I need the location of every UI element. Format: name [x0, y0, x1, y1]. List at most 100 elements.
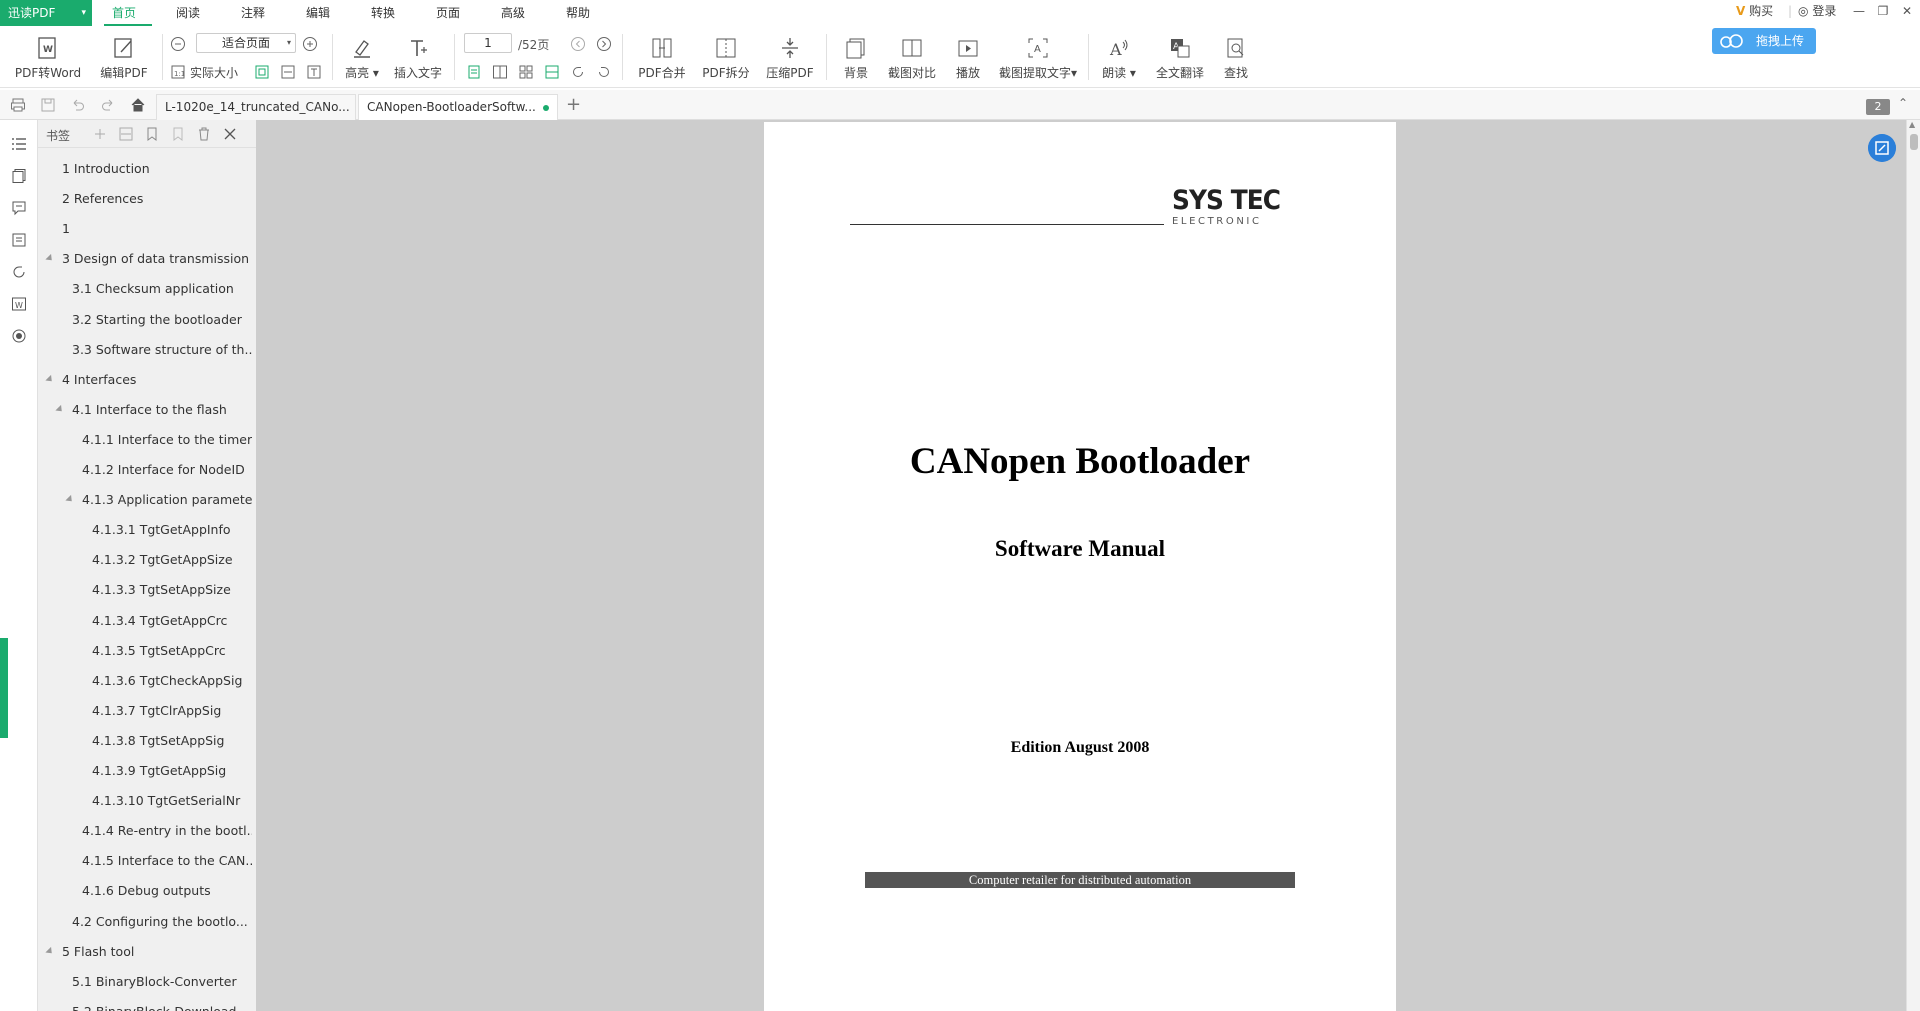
tab-document-2[interactable]: CANopen-BootloaderSoftw... [358, 94, 558, 120]
text-select-icon[interactable] [306, 64, 322, 80]
single-page-icon[interactable] [466, 64, 482, 80]
bookmark-item[interactable]: 5.1 BinaryBlock-Converter [72, 972, 252, 992]
new-tab-icon[interactable]: + [566, 95, 581, 115]
expand-toggle-icon[interactable] [45, 374, 55, 384]
attachments-icon[interactable] [11, 232, 27, 248]
play-button[interactable]: 播放 [948, 32, 988, 81]
collapse-all-icon[interactable] [118, 126, 134, 142]
app-brand-button[interactable]: 迅读PDF ▾ [0, 0, 92, 26]
zoom-select[interactable]: 适合页面 ▾ [196, 33, 296, 53]
double-page-icon[interactable] [492, 64, 508, 80]
bookmark-item[interactable]: 3.1 Checksum application [72, 279, 252, 299]
bookmark-item[interactable]: 1 [62, 219, 252, 239]
bookmark-item[interactable]: 4.1.3 Application parameter [82, 490, 252, 510]
bookmark-item[interactable]: 5.2 BinaryBlock-Download [72, 1002, 252, 1011]
close-panel-icon[interactable] [222, 126, 238, 142]
fit-width-icon[interactable] [280, 64, 296, 80]
edit-bookmark-icon[interactable] [170, 126, 186, 142]
rotate-left-icon[interactable] [570, 64, 586, 80]
bookmark-item[interactable]: 4.1.3.5 TgtSetAppCrc [92, 641, 252, 661]
buy-button[interactable]: V 购买 [1736, 0, 1773, 22]
bookmark-item[interactable]: 1 Introduction [62, 159, 252, 179]
expand-toggle-icon[interactable] [55, 404, 65, 414]
menu-read[interactable]: 阅读 [176, 0, 200, 26]
scroll-up-icon[interactable]: ▲ [1909, 120, 1915, 129]
expand-all-icon[interactable] [92, 126, 108, 142]
pdf-to-word-button[interactable]: W PDF转Word [12, 32, 84, 81]
bookmark-item[interactable]: 4 Interfaces [62, 370, 252, 390]
panel-collapse-handle[interactable] [0, 638, 8, 738]
record-icon[interactable] [11, 328, 27, 344]
vertical-scrollbar[interactable]: ▲ [1906, 120, 1920, 1011]
grid-view-icon[interactable] [518, 64, 534, 80]
bookmark-item[interactable]: 4.1.3.2 TgtGetAppSize [92, 550, 252, 570]
menu-home[interactable]: 首页 [112, 0, 136, 26]
word-convert-icon[interactable]: W [11, 296, 27, 312]
close-icon[interactable]: ✕ [1898, 2, 1916, 20]
login-button[interactable]: ◎ 登录 [1798, 0, 1836, 22]
bookmark-item[interactable]: 4.1.3.9 TgtGetAppSig [92, 761, 252, 781]
bookmark-item[interactable]: 2 References [62, 189, 252, 209]
bookmark-item[interactable]: 4.1.2 Interface for NodeID [82, 460, 252, 480]
home-icon[interactable] [130, 97, 146, 113]
menu-page[interactable]: 页面 [436, 0, 460, 26]
print-icon[interactable] [10, 97, 26, 113]
float-tool-icon[interactable] [1868, 134, 1896, 162]
thumbnails-icon[interactable] [11, 168, 27, 184]
bookmark-item[interactable]: 4.1.1 Interface to the timer [82, 430, 252, 450]
highlight-button[interactable]: 高亮 ▾ [342, 32, 382, 81]
screenshot-text-button[interactable]: A 截图提取文字▾ [996, 32, 1080, 81]
pdf-merge-button[interactable]: PDF合并 [634, 32, 690, 81]
expand-toggle-icon[interactable] [45, 254, 55, 264]
zoom-out-icon[interactable] [170, 36, 186, 52]
bookmark-item[interactable]: 4.1 Interface to the flash [72, 400, 252, 420]
bookmark-item[interactable]: 4.1.6 Debug outputs [82, 881, 252, 901]
read-aloud-button[interactable]: A 朗读 ▾ [1096, 32, 1142, 81]
chevron-up-icon[interactable]: ⌃ [1898, 96, 1908, 110]
bookmark-item[interactable]: 4.1.3.1 TgtGetAppInfo [92, 520, 252, 540]
expand-toggle-icon[interactable] [65, 494, 75, 505]
tab-document-1[interactable]: L-1020e_14_truncated_CANo... [156, 94, 356, 120]
history-icon[interactable] [11, 264, 27, 280]
menu-advanced[interactable]: 高级 [501, 0, 525, 26]
actual-size-button[interactable]: 实际大小 [190, 64, 238, 81]
scroll-thumb[interactable] [1910, 134, 1918, 150]
fit-page-icon[interactable] [254, 64, 270, 80]
bookmark-item[interactable]: 4.1.4 Re-entry in the bootl... [82, 821, 252, 841]
menu-help[interactable]: 帮助 [566, 0, 590, 26]
bookmark-item[interactable]: 4.1.3.8 TgtSetAppSig [92, 731, 252, 751]
bookmark-item[interactable]: 4.1.3.4 TgtGetAppCrc [92, 611, 252, 631]
edit-pdf-button[interactable]: 编辑PDF [96, 32, 152, 81]
restore-icon[interactable]: ❐ [1874, 2, 1892, 20]
prev-page-icon[interactable] [570, 36, 586, 52]
undo-icon[interactable] [70, 97, 86, 113]
bookmark-list-icon[interactable] [11, 136, 27, 152]
bookmark-item[interactable]: 4.1.5 Interface to the CAN... [82, 851, 252, 871]
menu-convert[interactable]: 转换 [371, 0, 395, 26]
menu-edit[interactable]: 编辑 [306, 0, 330, 26]
upload-button[interactable]: 拖拽上传 [1712, 28, 1816, 54]
minimize-icon[interactable]: — [1850, 2, 1868, 20]
save-icon[interactable] [40, 97, 56, 113]
delete-icon[interactable] [196, 126, 212, 142]
background-button[interactable]: 背景 [836, 32, 876, 81]
continuous-view-icon[interactable] [544, 64, 560, 80]
bookmark-item[interactable]: 4.1.3.6 TgtCheckAppSig [92, 671, 252, 691]
bookmark-item[interactable]: 3.2 Starting the bootloader [72, 310, 252, 330]
bookmark-item[interactable]: 4.1.3.10 TgtGetSerialNr [92, 791, 252, 811]
document-view[interactable]: SYS TEC ELECTRONIC CANopen Bootloader So… [256, 120, 1906, 1011]
bookmark-item[interactable]: 3 Design of data transmission [62, 249, 252, 269]
comments-icon[interactable] [11, 200, 27, 216]
bookmark-item[interactable]: 4.1.3.3 TgtSetAppSize [92, 580, 252, 600]
page-number-input[interactable] [464, 33, 512, 53]
pdf-split-button[interactable]: PDF拆分 [698, 32, 754, 81]
menu-annotate[interactable]: 注释 [241, 0, 265, 26]
bookmark-item[interactable]: 4.1.3.7 TgtClrAppSig [92, 701, 252, 721]
insert-text-button[interactable]: 插入文字 [390, 32, 446, 81]
redo-icon[interactable] [100, 97, 116, 113]
expand-toggle-icon[interactable] [45, 946, 55, 956]
next-page-icon[interactable] [596, 36, 612, 52]
compress-pdf-button[interactable]: 压缩PDF [762, 32, 818, 81]
bookmark-item[interactable]: 4.2 Configuring the bootlo... [72, 912, 252, 932]
rotate-right-icon[interactable] [596, 64, 612, 80]
